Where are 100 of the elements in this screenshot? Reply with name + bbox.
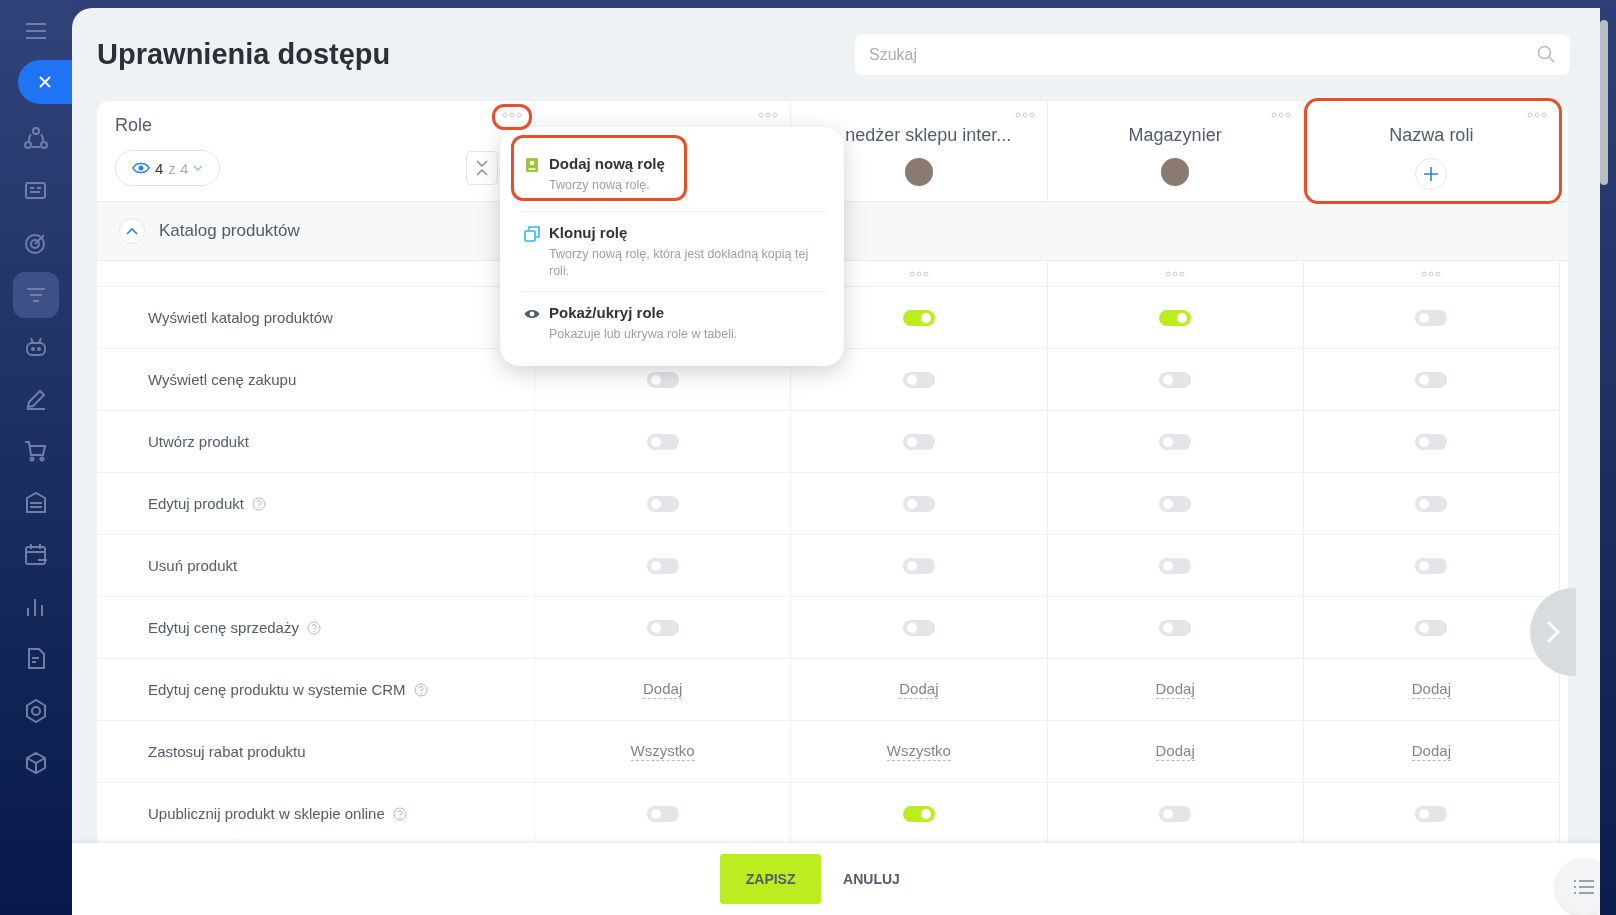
toggle-switch[interactable] (1415, 805, 1448, 822)
toggle-switch[interactable] (646, 433, 679, 450)
permission-label: Edytuj produkt (148, 495, 244, 512)
permission-label: Wyświetl cenę zakupu (148, 371, 297, 388)
search-icon[interactable] (1536, 44, 1556, 64)
toggle-switch[interactable] (902, 805, 935, 822)
toggle-switch[interactable] (1159, 309, 1192, 326)
warehouse-icon[interactable] (23, 490, 49, 516)
menu-item[interactable]: Klonuj rolę Tworzy nową rolę, która jest dokładną kopią tej roli. (522, 214, 826, 289)
more-icon[interactable] (502, 112, 522, 118)
menu-item[interactable]: Dodaj nową rolę Tworzy nową rolę. (522, 139, 826, 210)
permission-label: Edytuj cenę produktu w systemie CRM (148, 681, 406, 698)
avatar-placeholder (904, 158, 933, 186)
help-icon[interactable] (413, 682, 428, 697)
list-menu-button[interactable] (1556, 859, 1600, 915)
permission-label: Utwórz produkt (148, 433, 249, 450)
permission-label: Wyświetl katalog produktów (148, 309, 333, 326)
contact-book-icon (524, 157, 540, 173)
scrollbar[interactable] (1600, 20, 1608, 185)
toggle-switch[interactable] (646, 557, 679, 574)
value-link[interactable]: Wszystko (630, 742, 695, 761)
more-icon[interactable] (1014, 112, 1035, 118)
page-title: Uprawnienia dostępu (97, 38, 391, 71)
toggle-switch[interactable] (646, 371, 679, 388)
group-title: Katalog produktów (159, 221, 300, 241)
toggle-switch[interactable] (1415, 309, 1448, 326)
value-link[interactable]: Dodaj (1155, 680, 1195, 699)
more-icon[interactable] (1527, 112, 1547, 118)
help-icon[interactable] (392, 806, 407, 821)
toggle-switch[interactable] (646, 805, 679, 822)
role-name: nedżer sklepu inter... (844, 125, 1012, 146)
nodes-icon[interactable] (23, 126, 49, 152)
role-name: Nazwa roli (1389, 125, 1474, 146)
plus-icon (1423, 166, 1440, 182)
toggle-switch[interactable] (1159, 619, 1192, 636)
toggle-switch[interactable] (1415, 557, 1448, 574)
permission-label: Edytuj cenę sprzedaży (148, 619, 299, 636)
value-link[interactable]: Dodaj (1155, 742, 1195, 761)
list-icon (1573, 879, 1595, 895)
collapse-icon (475, 159, 489, 177)
more-icon[interactable] (1165, 270, 1186, 277)
toggle-switch[interactable] (1159, 433, 1192, 450)
collapse-button[interactable] (466, 151, 498, 185)
permission-label: Zastosuj rabat produktu (148, 743, 306, 760)
menu-item-description: Pokazuje lub ukrywa role w tabeli. (549, 325, 738, 342)
more-icon[interactable] (908, 270, 929, 277)
close-button[interactable] (18, 60, 72, 104)
copy-icon (524, 226, 540, 243)
help-icon[interactable] (251, 496, 266, 511)
toggle-switch[interactable] (902, 619, 935, 636)
sidebar-item[interactable] (13, 272, 59, 318)
more-icon[interactable] (758, 112, 779, 118)
more-icon[interactable] (1421, 270, 1442, 277)
toggle-switch[interactable] (902, 309, 935, 326)
highlight-outline (492, 104, 532, 130)
permission-label: Usuń produkt (148, 557, 238, 574)
menu-item-title: Klonuj rolę (549, 224, 629, 242)
toggle-switch[interactable] (1415, 371, 1448, 388)
permission-label: Upublicznij produkt w sklepie online (148, 805, 385, 822)
toggle-switch[interactable] (902, 371, 935, 388)
menu-item-title: Dodaj nową rolę (549, 155, 665, 172)
menu-item-description: Tworzy nową rolę, która jest dokładną kopią tej roli. (549, 246, 810, 279)
more-icon[interactable] (1270, 112, 1291, 118)
toggle-switch[interactable] (1159, 495, 1192, 512)
role-name: Magazynier (1128, 125, 1222, 146)
toggle-switch[interactable] (646, 495, 679, 512)
value-link[interactable]: Dodaj (643, 680, 683, 699)
menu-item-title: Pokaż/ukryj role (549, 303, 666, 321)
toggle-switch[interactable] (902, 557, 935, 574)
save-button[interactable]: ZAPISZ (720, 854, 822, 904)
toggle-switch[interactable] (1415, 433, 1448, 450)
collapse-group-button[interactable] (119, 218, 145, 244)
search-field[interactable]: Szukaj (855, 34, 1570, 75)
hexagon-icon[interactable] (23, 698, 49, 724)
toggle-switch[interactable] (1159, 371, 1192, 388)
toggle-switch[interactable] (1159, 557, 1192, 574)
chevron-icon (126, 227, 138, 235)
value-link[interactable]: Wszystko (886, 742, 951, 761)
avatar-placeholder (1161, 158, 1190, 186)
help-icon[interactable] (306, 620, 321, 635)
menu-item-description: Tworzy nową rolę. (549, 177, 651, 194)
value-link[interactable]: Dodaj (899, 680, 939, 699)
cancel-button[interactable]: ANULUJ (831, 871, 912, 887)
toggle-switch[interactable] (902, 495, 935, 512)
caret-icon (193, 165, 204, 171)
roles-heading: Role (115, 115, 153, 136)
value-link[interactable]: Dodaj (1411, 680, 1451, 699)
menu-item[interactable]: Pokaż/ukryj role Pokazuje lub ukrywa role w tabeli. (522, 293, 826, 352)
cart-icon[interactable] (23, 438, 49, 464)
toggle-switch[interactable] (1415, 619, 1448, 636)
toggle-switch[interactable] (646, 619, 679, 636)
toggle-switch[interactable] (902, 433, 935, 450)
toggle-switch[interactable] (1415, 495, 1448, 512)
chevron-right-icon (1546, 620, 1560, 644)
calendar-icon[interactable] (23, 542, 49, 568)
toggle-switch[interactable] (1159, 805, 1192, 822)
value-link[interactable]: Dodaj (1411, 742, 1451, 761)
eye-icon (132, 162, 150, 174)
close-icon (37, 74, 53, 90)
cube-icon[interactable] (23, 750, 49, 776)
